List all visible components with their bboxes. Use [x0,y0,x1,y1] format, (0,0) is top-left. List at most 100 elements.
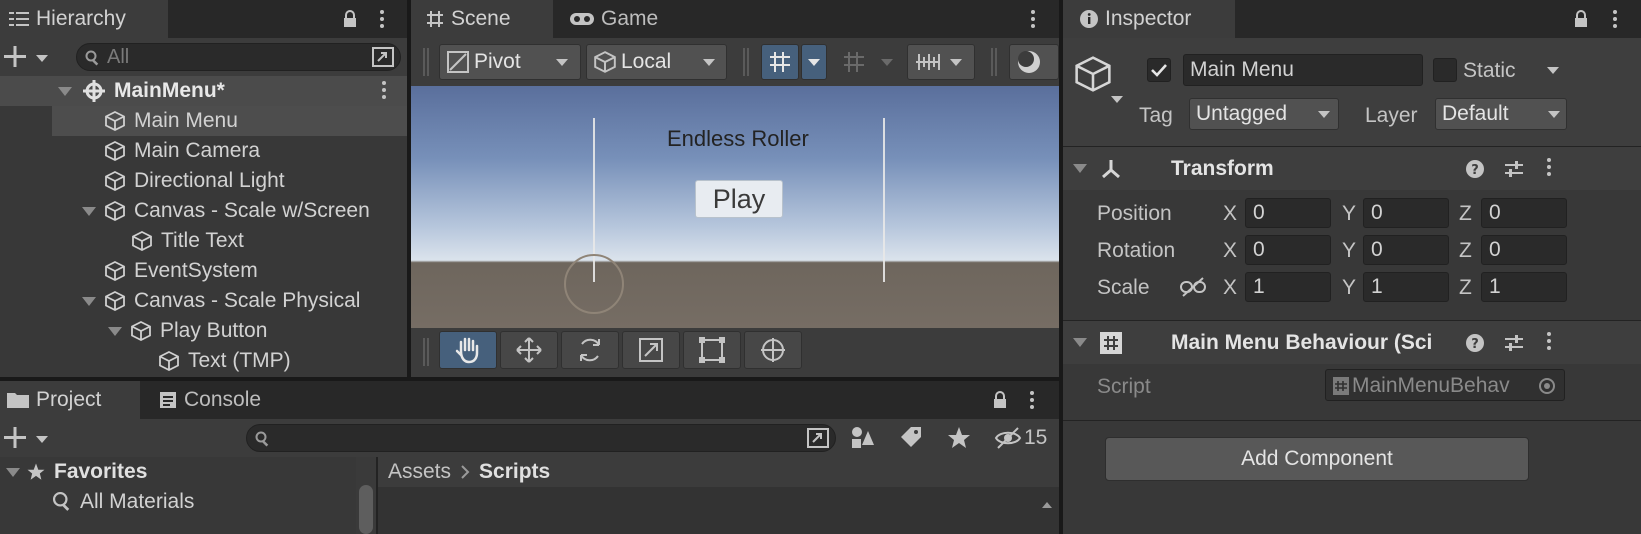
foldout-arrow[interactable] [6,467,20,477]
rotation-y-field[interactable]: 0 [1363,235,1449,265]
icon-dropdown-caret[interactable] [1111,96,1123,103]
hierarchy-item-directional-light[interactable]: Directional Light [0,166,407,196]
local-dropdown[interactable]: Local [586,44,727,80]
hierarchy-search-input[interactable]: All [76,43,401,71]
component-menu-icon[interactable] [1547,332,1551,353]
move-tool-button[interactable] [500,331,558,369]
foldout-arrow[interactable] [1073,338,1087,347]
favorites-item-all-materials[interactable]: All Materials [0,487,356,517]
tag-dropdown[interactable]: Untagged [1189,98,1339,130]
rect-tool-button[interactable] [683,331,741,369]
lock-icon[interactable] [992,390,1008,410]
hierarchy-item-canvas-scale-screen[interactable]: Canvas - Scale w/Screen [0,196,407,226]
search-mode-icon[interactable] [807,428,829,448]
scale-y-field[interactable]: 1 [1363,272,1449,302]
behaviour-header[interactable]: Main Menu Behaviour (Sci ? [1063,320,1641,364]
lock-icon[interactable] [342,9,358,29]
assets-area[interactable] [378,487,1059,534]
hierarchy-item-main-camera[interactable]: Main Camera [0,136,407,166]
add-component-button[interactable]: Add Component [1105,437,1529,481]
object-picker-icon[interactable] [1538,377,1556,395]
tab-inspector[interactable]: Inspector [1063,0,1235,38]
scene-menu-icon[interactable] [1031,10,1035,31]
lock-icon[interactable] [1573,9,1589,29]
increment-snap-caret[interactable] [881,59,893,66]
separator-vertical[interactable] [1059,0,1063,534]
scale-z-field[interactable]: 1 [1481,272,1567,302]
position-y-field[interactable]: 0 [1363,198,1449,228]
active-checkbox[interactable] [1147,58,1171,82]
tab-scene[interactable]: Scene [411,0,553,38]
help-icon[interactable]: ? [1465,333,1485,353]
tab-console[interactable]: Console [150,381,310,419]
search-mode-icon[interactable] [372,47,394,67]
shading-dropdown[interactable] [1009,44,1059,80]
inspector-menu-icon[interactable] [1613,10,1617,31]
help-icon[interactable]: ? [1465,159,1485,179]
layer-dropdown[interactable]: Default [1435,98,1567,130]
transform-header[interactable]: Transform ? [1063,146,1641,190]
add-icon[interactable] [4,426,30,450]
tab-hierarchy[interactable]: Hierarchy [0,0,168,38]
tree-scroll-thumb[interactable] [359,485,373,534]
hierarchy-item-title-text[interactable]: Title Text [0,226,407,256]
static-dropdown-caret[interactable] [1547,67,1559,74]
tab-game[interactable]: Game [557,0,697,38]
position-x-field[interactable]: 0 [1245,198,1331,228]
static-checkbox[interactable] [1433,58,1457,82]
object-name-field[interactable]: Main Menu [1183,54,1423,86]
hierarchy-scene-row[interactable]: MainMenu* [0,76,407,106]
separator-horizontal[interactable] [0,377,1059,381]
scene-play-button[interactable]: Play [695,180,783,218]
add-dropdown-caret[interactable] [36,55,48,62]
tree-scrollbar[interactable] [356,457,376,534]
foldout-arrow[interactable] [82,206,96,216]
scene-menu-icon[interactable] [382,81,386,102]
scroll-up-arrow-icon[interactable] [1040,499,1054,509]
ruler-dropdown[interactable] [907,44,975,80]
foldout-arrow[interactable] [108,326,122,336]
breadcrumb-assets[interactable]: Assets [388,460,451,484]
foldout-arrow[interactable] [82,296,96,306]
scale-tool-button[interactable] [622,331,680,369]
scene-foldout-arrow[interactable] [58,86,72,96]
rotate-tool-button[interactable] [561,331,619,369]
add-icon[interactable] [4,45,30,69]
hierarchy-item-play-button[interactable]: Play Button [0,316,407,346]
foldout-arrow[interactable] [1073,164,1087,173]
rotation-x-field[interactable]: 0 [1245,235,1331,265]
transform-tool-button[interactable] [744,331,802,369]
filter-by-label-icon[interactable] [898,425,924,451]
preset-sliders-icon[interactable] [1503,333,1525,353]
pivot-dropdown[interactable]: Pivot [439,44,581,80]
preset-sliders-icon[interactable] [1503,159,1525,179]
gameobject-large-cube-icon[interactable] [1073,54,1113,94]
filter-by-type-icon[interactable] [850,425,876,451]
position-z-field[interactable]: 0 [1481,198,1567,228]
scene-viewport[interactable]: Endless Roller Play [411,86,1059,328]
grid-snap-dropdown[interactable] [801,44,827,80]
component-menu-icon[interactable] [1547,158,1551,179]
project-menu-icon[interactable] [1030,391,1034,412]
breadcrumb-scripts[interactable]: Scripts [479,460,550,484]
scale-x-field[interactable]: 1 [1245,272,1331,302]
favorite-star-icon[interactable] [946,425,972,451]
pivot-label: Pivot [474,50,521,73]
script-object-field[interactable]: MainMenuBehav [1325,369,1565,401]
hand-tool-button[interactable] [439,331,497,369]
separator-vertical[interactable] [407,0,411,377]
hidden-packages-icon[interactable] [994,426,1022,450]
hierarchy-item-main-menu[interactable]: Main Menu [52,106,407,136]
constrain-proportions-link-icon[interactable] [1179,276,1207,298]
tab-project[interactable]: Project [0,381,140,419]
increment-snap-toggle[interactable] [835,44,873,80]
project-search-input[interactable] [246,424,836,452]
favorites-row[interactable]: Favorites [0,457,356,487]
hierarchy-item-canvas-scale-physical[interactable]: Canvas - Scale Physical [0,286,407,316]
rotation-z-field[interactable]: 0 [1481,235,1567,265]
add-dropdown-caret[interactable] [36,436,48,443]
hierarchy-item-eventsystem[interactable]: EventSystem [0,256,407,286]
hierarchy-menu-icon[interactable] [380,10,384,31]
hierarchy-item-text-tmp[interactable]: Text (TMP) [0,346,407,376]
grid-snap-toggle[interactable] [761,44,799,80]
